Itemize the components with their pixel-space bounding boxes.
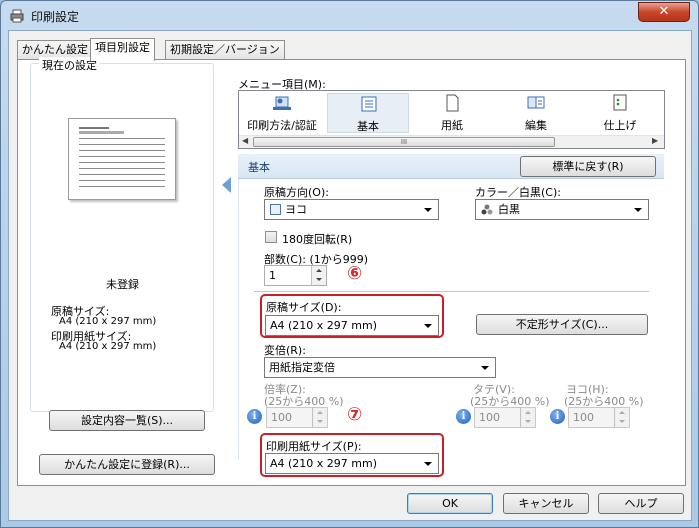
menu-item-edit[interactable]: 編集	[495, 93, 577, 133]
close-button[interactable]: ✕	[638, 2, 690, 22]
register-simple-settings-button[interactable]: かんたん設定に登録(R)...	[39, 454, 215, 475]
cancel-button[interactable]: キャンセル	[503, 493, 589, 514]
paper-size-field-value: A4 (210 x 297 mm)	[270, 457, 378, 470]
scale-label: 変倍(R):	[264, 344, 306, 357]
copies-stepper[interactable]: 1	[264, 265, 327, 286]
print-settings-window: 印刷設定 ✕ かんたん設定 項目別設定 初期設定／バージョン 現在の設定 未登録…	[0, 0, 699, 528]
tab-item-settings[interactable]: 項目別設定	[90, 38, 155, 61]
annotation-marker-7: ⑦	[347, 404, 363, 425]
horizontal-stepper[interactable]: 100	[568, 407, 630, 428]
monochrome-icon	[481, 204, 493, 215]
ok-button[interactable]: OK	[407, 493, 493, 514]
chevron-down-icon	[424, 324, 432, 328]
print-method-icon	[273, 96, 291, 110]
current-settings-group: 現在の設定	[30, 57, 214, 412]
rotate-180-label: 180度回転(R)	[282, 233, 353, 246]
menu-item-label: 用紙	[441, 119, 463, 132]
chevron-down-icon	[481, 366, 489, 370]
tab-initial-settings-version[interactable]: 初期設定／バージョン	[165, 40, 285, 60]
registration-status: 未登録	[106, 278, 139, 291]
orientation-select[interactable]: ヨコ	[264, 199, 439, 220]
menu-item-basic[interactable]: 基本	[327, 93, 409, 133]
settings-list-button[interactable]: 設定内容一覧(S)...	[49, 410, 205, 431]
basic-settings-icon	[361, 96, 377, 112]
paper-size-value: A4 (210 x 297 mm)	[59, 341, 157, 352]
copies-value: 1	[269, 269, 276, 282]
color-mode-value: 白黒	[498, 203, 520, 216]
info-icon[interactable]: i	[247, 409, 262, 424]
reset-default-button[interactable]: 標準に戻す(R)	[520, 156, 656, 177]
preview-line	[79, 131, 124, 134]
separator	[254, 291, 649, 292]
horizontal-value: 100	[573, 411, 594, 424]
menu-item-paper[interactable]: 用紙	[411, 93, 493, 133]
scroll-left-icon[interactable]: ◀	[242, 136, 248, 145]
preview-line	[79, 138, 165, 139]
chevron-down-icon	[424, 462, 432, 466]
copies-spin-buttons[interactable]	[311, 266, 326, 285]
info-icon[interactable]: i	[456, 409, 471, 424]
window-title: 印刷設定	[31, 10, 80, 24]
paper-size-select[interactable]: A4 (210 x 297 mm)	[265, 453, 439, 474]
preview-line	[79, 168, 165, 169]
horizontal-spin-buttons[interactable]	[614, 408, 629, 427]
menu-item-label: 印刷方法/認証	[247, 119, 317, 132]
chevron-down-icon	[424, 208, 432, 212]
original-size-select[interactable]: A4 (210 x 297 mm)	[265, 315, 439, 336]
color-mode-select[interactable]: 白黒	[475, 199, 649, 220]
preview-line	[79, 174, 165, 175]
scroll-thumb[interactable]: III	[253, 137, 555, 147]
scroll-right-icon[interactable]: ▶	[652, 136, 658, 145]
preview-line	[79, 162, 165, 163]
preview-line	[79, 144, 165, 145]
original-size-field-label: 原稿サイズ(D):	[266, 301, 342, 314]
vertical-value: 100	[479, 411, 500, 424]
scale-value: 用紙指定変倍	[269, 361, 335, 374]
preview-line	[79, 150, 165, 151]
menu-scrollbar[interactable]: ◀ III ▶	[239, 135, 664, 148]
menu-item-label: 仕上げ	[603, 119, 637, 132]
edit-icon	[527, 96, 545, 109]
section-title: 基本	[248, 161, 270, 174]
preview-line	[79, 180, 165, 181]
menu-item-label: 基本	[357, 120, 379, 133]
annotation-marker-6: ⑥	[347, 263, 363, 284]
orientation-value: ヨコ	[285, 203, 307, 216]
scale-select[interactable]: 用紙指定変倍	[264, 357, 496, 378]
landscape-page-icon	[270, 204, 281, 215]
original-size-field-value: A4 (210 x 297 mm)	[270, 319, 378, 332]
original-size-value: A4 (210 x 297 mm)	[59, 316, 157, 327]
vertical-spin-buttons[interactable]	[520, 408, 535, 427]
color-mode-label: カラー／白黒(C):	[475, 186, 561, 199]
menu-item-print-method[interactable]: 印刷方法/認証	[241, 93, 323, 133]
vertical-stepper[interactable]: 100	[474, 407, 536, 428]
info-icon[interactable]: i	[550, 409, 565, 424]
page-preview	[68, 118, 176, 200]
paper-size-field-label: 印刷用紙サイズ(P):	[266, 440, 362, 453]
help-button[interactable]: ヘルプ	[598, 493, 684, 514]
ratio-stepper[interactable]: 100	[266, 407, 328, 428]
orientation-label: 原稿方向(O):	[264, 186, 329, 199]
menu-items-list: 印刷方法/認証 基本 用紙 編集 仕上げ ◀ III ▶	[238, 90, 665, 149]
ratio-value: 100	[271, 411, 292, 424]
menu-item-label: 編集	[525, 119, 547, 132]
printer-icon	[10, 9, 24, 23]
rotate-180-checkbox[interactable]	[265, 231, 277, 243]
paper-icon	[446, 94, 459, 112]
preview-line	[79, 186, 165, 187]
title-bar: 印刷設定 ✕	[1, 1, 698, 31]
custom-size-button[interactable]: 不定形サイズ(C)...	[476, 314, 648, 335]
chevron-down-icon	[634, 208, 642, 212]
ratio-spin-buttons[interactable]	[312, 408, 327, 427]
preview-line	[79, 127, 109, 129]
menu-item-finishing[interactable]: 仕上げ	[579, 93, 661, 133]
expand-arrow-icon[interactable]	[222, 177, 231, 193]
preview-line	[79, 156, 165, 157]
finishing-icon	[613, 94, 627, 111]
